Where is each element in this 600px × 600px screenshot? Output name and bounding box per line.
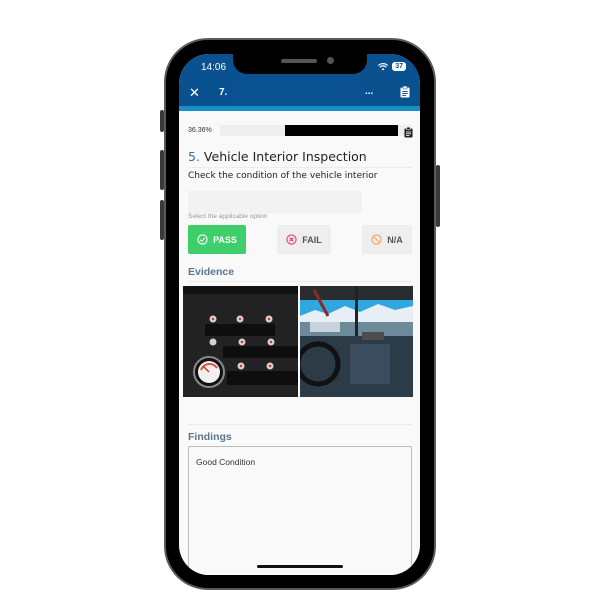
notch: [233, 54, 367, 74]
divider: [188, 281, 412, 282]
divider: [188, 424, 412, 425]
x-circle-icon: [286, 234, 297, 245]
evidence-label: Evidence: [188, 266, 235, 278]
dashboard-switches-image: [183, 286, 298, 397]
clipboard-icon: [400, 85, 410, 98]
progress-percent: 36.36%: [188, 126, 212, 134]
more-button[interactable]: ...: [365, 86, 373, 97]
question-number: 5.: [188, 149, 200, 164]
header-title-redacted: [231, 84, 363, 100]
progress-clipboard-button[interactable]: [404, 125, 413, 143]
fail-option-button[interactable]: FAIL: [277, 225, 331, 254]
description-placeholder: [188, 191, 362, 213]
ban-icon: [371, 234, 382, 245]
check-circle-icon: [197, 234, 208, 245]
evidence-photo-dashboard-switches[interactable]: [183, 286, 298, 397]
header-title: 7.: [219, 87, 228, 98]
progress-fill: [220, 124, 290, 136]
options-hint: Select the applicable option: [188, 213, 268, 220]
phone-screen: 14:06 37 ✕ 7. ... 36.36% 5. Vehicle Inte…: [179, 54, 420, 575]
volume-down-button: [160, 200, 164, 240]
progress-redacted-region: [285, 124, 398, 136]
app-header: 14:06 37 ✕ 7. ...: [179, 54, 420, 106]
na-label: N/A: [387, 234, 403, 245]
home-indicator[interactable]: [257, 565, 343, 568]
clipboard-icon: [404, 126, 413, 137]
findings-textarea[interactable]: Good Condition: [188, 446, 412, 575]
findings-label: Findings: [188, 431, 232, 443]
status-icons: 37: [378, 62, 406, 71]
question-description: Check the condition of the vehicle inter…: [188, 171, 378, 181]
status-time: 14:06: [201, 62, 227, 73]
progress-row: 36.36%: [188, 124, 413, 137]
close-button[interactable]: ✕: [189, 85, 200, 101]
front-camera: [327, 57, 334, 64]
wifi-icon: [378, 62, 389, 70]
pass-option-button[interactable]: PASS: [188, 225, 246, 254]
clipboard-button[interactable]: [400, 85, 410, 103]
fail-label: FAIL: [302, 234, 322, 245]
power-button: [436, 165, 440, 227]
na-option-button[interactable]: N/A: [362, 225, 412, 254]
speaker: [281, 59, 317, 63]
pass-label: PASS: [213, 234, 237, 245]
question-title-text: Vehicle Interior Inspection: [203, 149, 367, 164]
header-accent-strip: [179, 106, 420, 111]
mute-switch: [160, 110, 164, 132]
battery-indicator: 37: [392, 62, 406, 71]
divider: [188, 167, 412, 168]
evidence-photo-cab-interior[interactable]: [300, 286, 413, 397]
progress-bar: [220, 124, 413, 137]
question-title: 5. Vehicle Interior Inspection: [188, 149, 367, 164]
cab-interior-image: [300, 286, 413, 397]
volume-up-button: [160, 150, 164, 190]
